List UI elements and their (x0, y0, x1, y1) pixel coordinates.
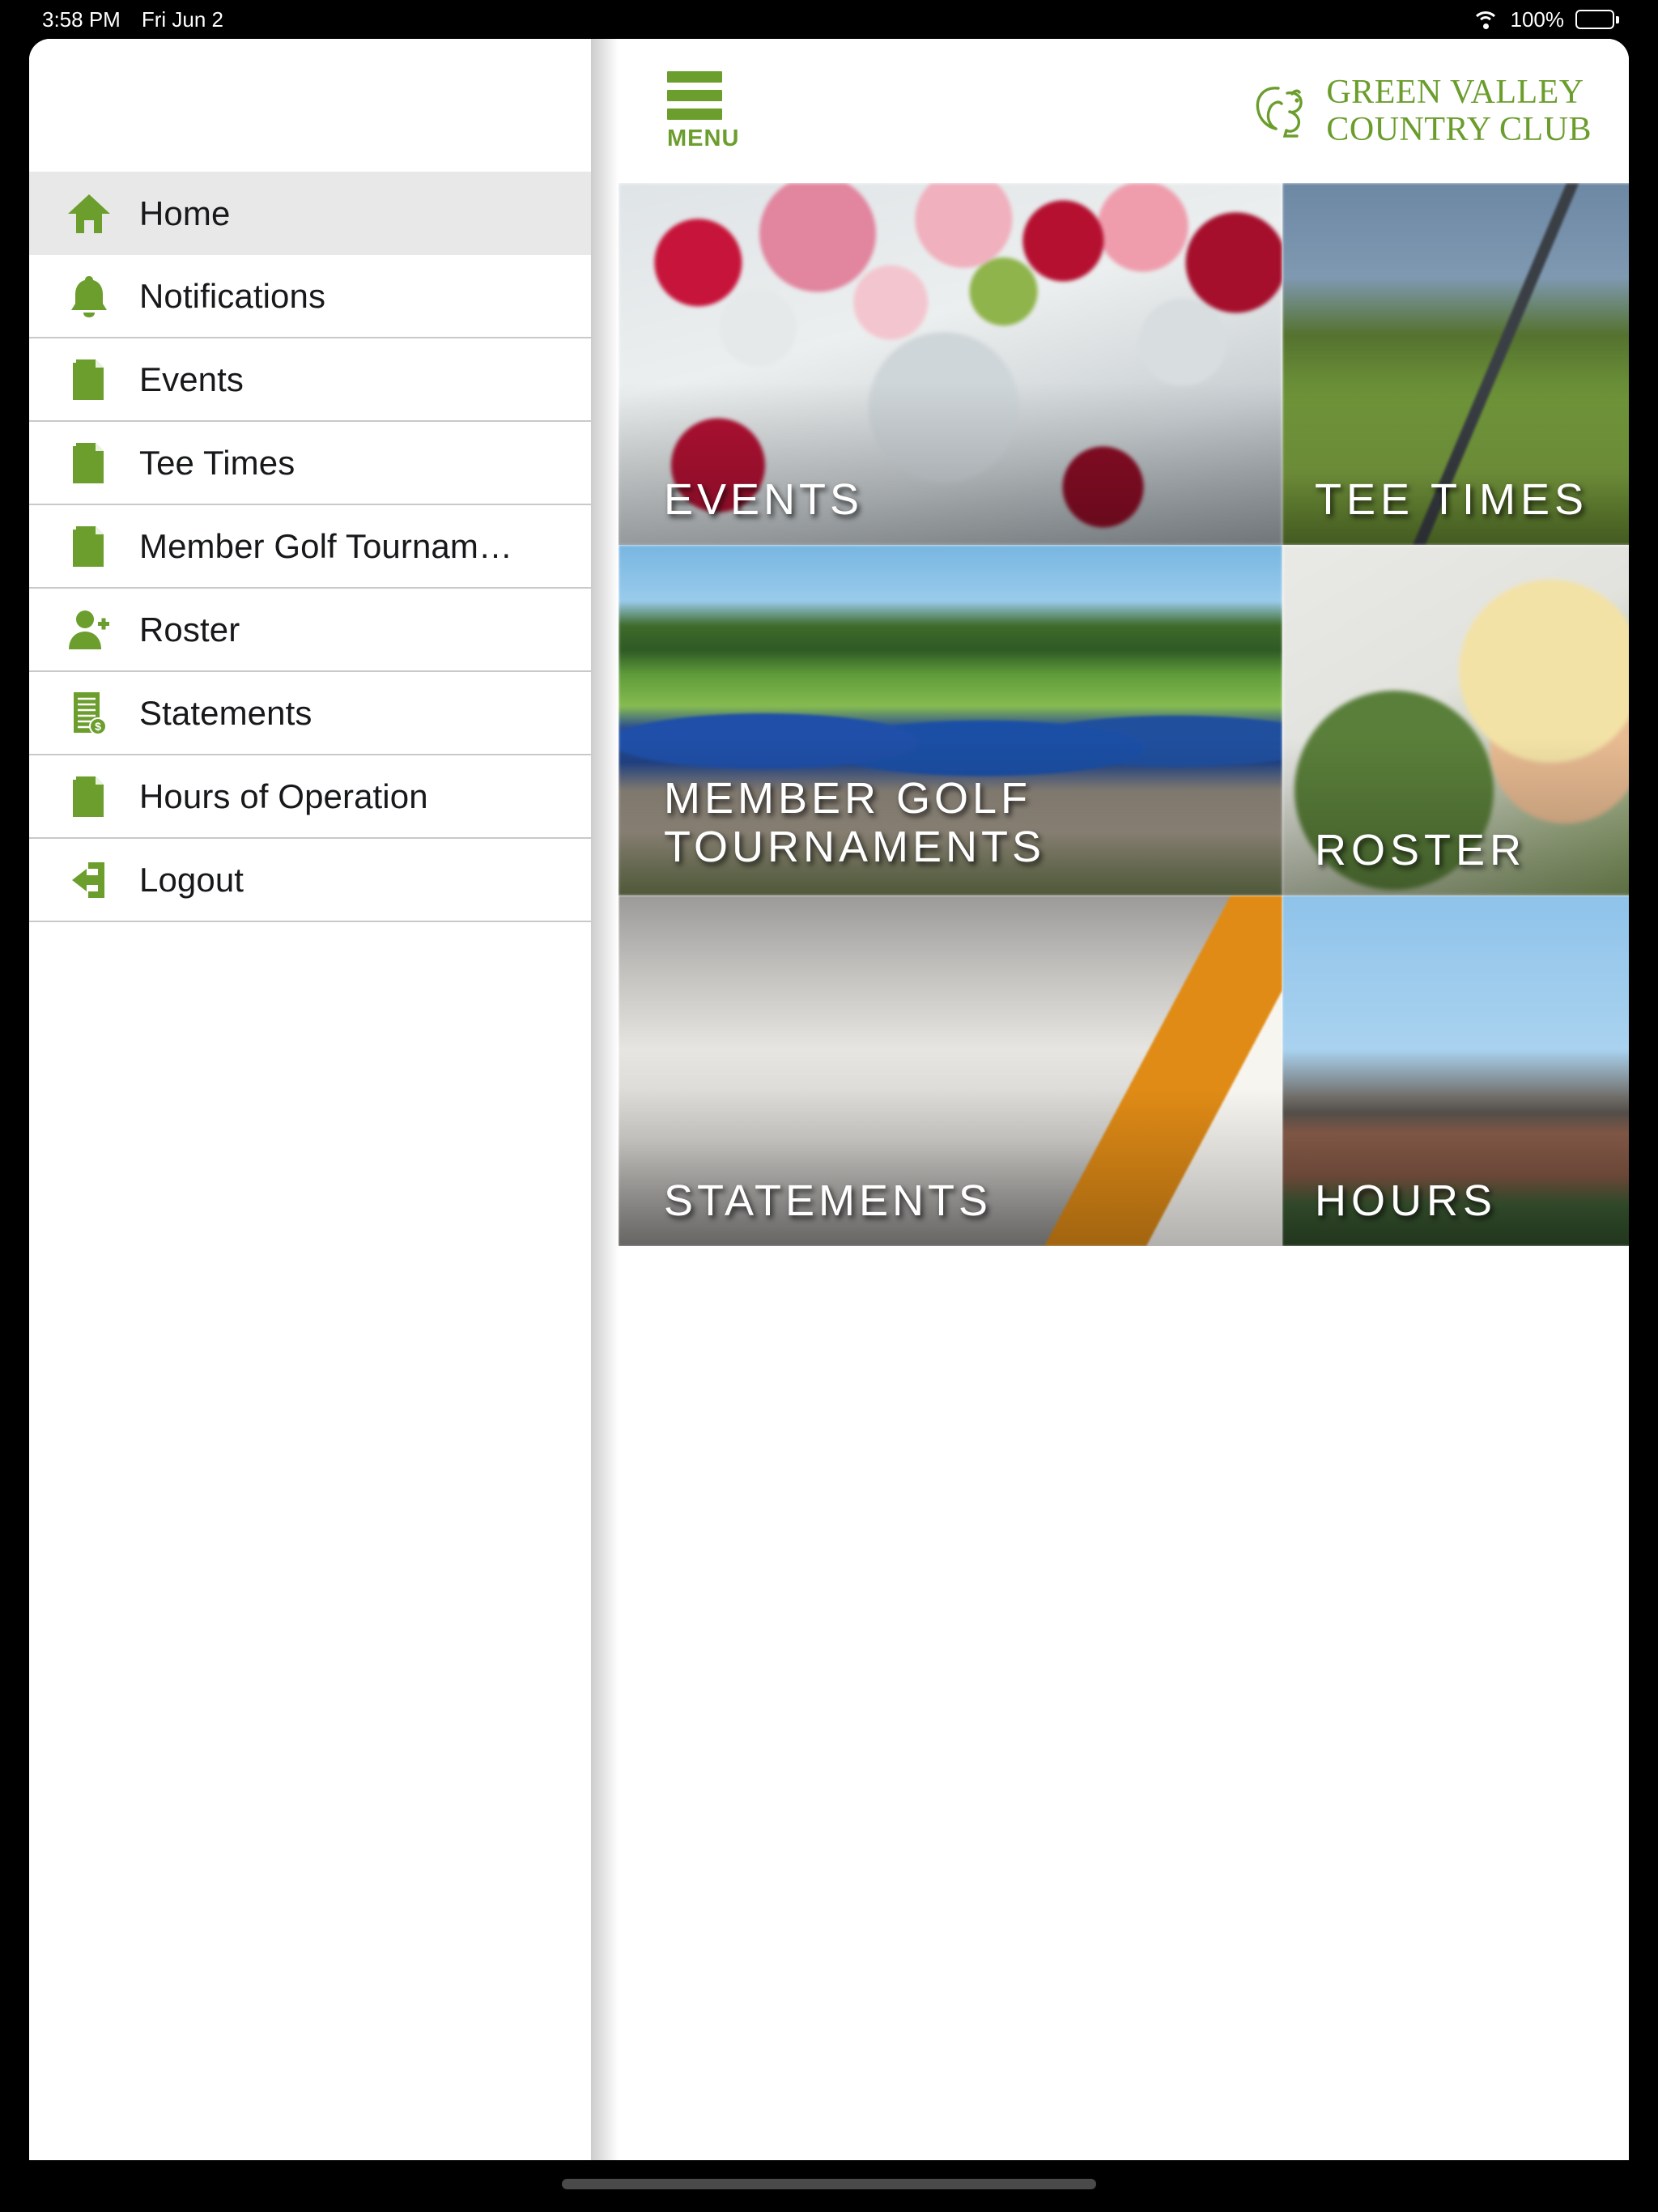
brand-logo[interactable]: GREEN VALLEY COUNTRY CLUB (1252, 75, 1592, 147)
status-bar-left: 3:58 PM Fri Jun 2 (0, 7, 223, 32)
person-add-icon (65, 607, 113, 653)
logout-icon (65, 857, 113, 903)
sidebar-item-tee-times[interactable]: Tee Times (29, 422, 591, 505)
tile-tee-times[interactable]: TEE TIMES (1282, 183, 1629, 545)
tile-row: STATEMENTS HOURS (619, 895, 1629, 1246)
sidebar-item-label: Hours of Operation (139, 776, 428, 815)
sidebar-top-spacer (29, 39, 591, 172)
sidebar-item-home[interactable]: Home (29, 172, 591, 255)
tile-label: EVENTS (664, 474, 864, 524)
menu-button[interactable]: MENU (667, 71, 739, 151)
status-date: Fri Jun 2 (141, 6, 223, 32)
sidebar-item-logout[interactable]: Logout (29, 839, 591, 922)
sidebar-drop-shadow (591, 39, 619, 2160)
status-time: 3:58 PM (42, 6, 121, 32)
squirrel-logo-icon (1256, 87, 1303, 138)
brand-line-2: COUNTRY CLUB (1326, 111, 1592, 148)
brand-line-1: GREEN VALLEY (1326, 74, 1584, 111)
content-panel: MENU GREEN VALLEY COUNTRY CLUB EVENTS TE… (619, 39, 1629, 2160)
home-icon (65, 191, 113, 236)
sidebar-item-label: Statements (139, 693, 312, 732)
status-bar-right: 100% (1471, 6, 1658, 32)
sidebar-item-member-golf-tournaments[interactable]: Member Golf Tournam… (29, 505, 591, 589)
sidebar-item-notifications[interactable]: Notifications (29, 255, 591, 338)
tile-member-golf-tournaments[interactable]: MEMBER GOLF TOURNAMENTS (619, 545, 1282, 895)
hamburger-icon-bar (667, 71, 722, 83)
tile-roster[interactable]: ROSTER (1282, 545, 1629, 895)
sidebar-item-label: Events (139, 359, 244, 398)
tile-label: ROSTER (1315, 825, 1527, 874)
tile-grid: EVENTS TEE TIMES MEMBER GOLF TOURNAMENTS (619, 183, 1629, 1246)
battery-full-icon (1575, 10, 1619, 29)
document-icon (65, 774, 113, 819)
tile-hours[interactable]: HOURS (1282, 895, 1629, 1246)
sidebar-item-roster[interactable]: Roster (29, 589, 591, 672)
tile-label: TEE TIMES (1315, 474, 1589, 524)
sidebar-item-label: Tee Times (139, 443, 295, 482)
sidebar-item-label: Member Golf Tournam… (139, 526, 513, 565)
sidebar-item-label: Notifications (139, 276, 326, 315)
tile-statements[interactable]: STATEMENTS (619, 895, 1282, 1246)
document-icon (65, 357, 113, 402)
invoice-icon: $ (65, 691, 113, 736)
tile-row: EVENTS TEE TIMES (619, 183, 1629, 545)
menu-button-label: MENU (667, 125, 740, 151)
tile-label: HOURS (1315, 1176, 1498, 1225)
app-window: MENU GREEN VALLEY COUNTRY CLUB EVENTS TE… (29, 39, 1629, 2160)
battery-percent-label: 100% (1510, 6, 1565, 32)
hamburger-icon-bar (667, 108, 722, 120)
svg-text:$: $ (95, 720, 101, 733)
hamburger-icon-bar (667, 90, 722, 101)
home-indicator[interactable] (562, 2179, 1096, 2189)
sidebar-item-label: Home (139, 194, 231, 232)
sidebar-drawer: Home Notifications Events Tee Times Memb… (29, 39, 591, 2160)
brand-wordmark: GREEN VALLEY COUNTRY CLUB (1326, 75, 1592, 147)
sidebar-item-hours-of-operation[interactable]: Hours of Operation (29, 755, 591, 839)
app-header: MENU GREEN VALLEY COUNTRY CLUB (619, 39, 1629, 183)
sidebar-item-label: Logout (139, 860, 244, 899)
tile-events[interactable]: EVENTS (619, 183, 1282, 545)
document-icon (65, 440, 113, 486)
document-icon (65, 524, 113, 569)
wifi-icon (1471, 9, 1499, 30)
bell-icon (65, 274, 113, 319)
tile-row: MEMBER GOLF TOURNAMENTS ROSTER (619, 545, 1629, 895)
sidebar-item-label: Roster (139, 610, 240, 649)
sidebar-item-statements[interactable]: $ Statements (29, 672, 591, 755)
sidebar-item-events[interactable]: Events (29, 338, 591, 422)
status-bar: 3:58 PM Fri Jun 2 100% (0, 0, 1658, 39)
tile-label: STATEMENTS (664, 1176, 993, 1225)
tile-label: MEMBER GOLF TOURNAMENTS (664, 774, 1046, 871)
